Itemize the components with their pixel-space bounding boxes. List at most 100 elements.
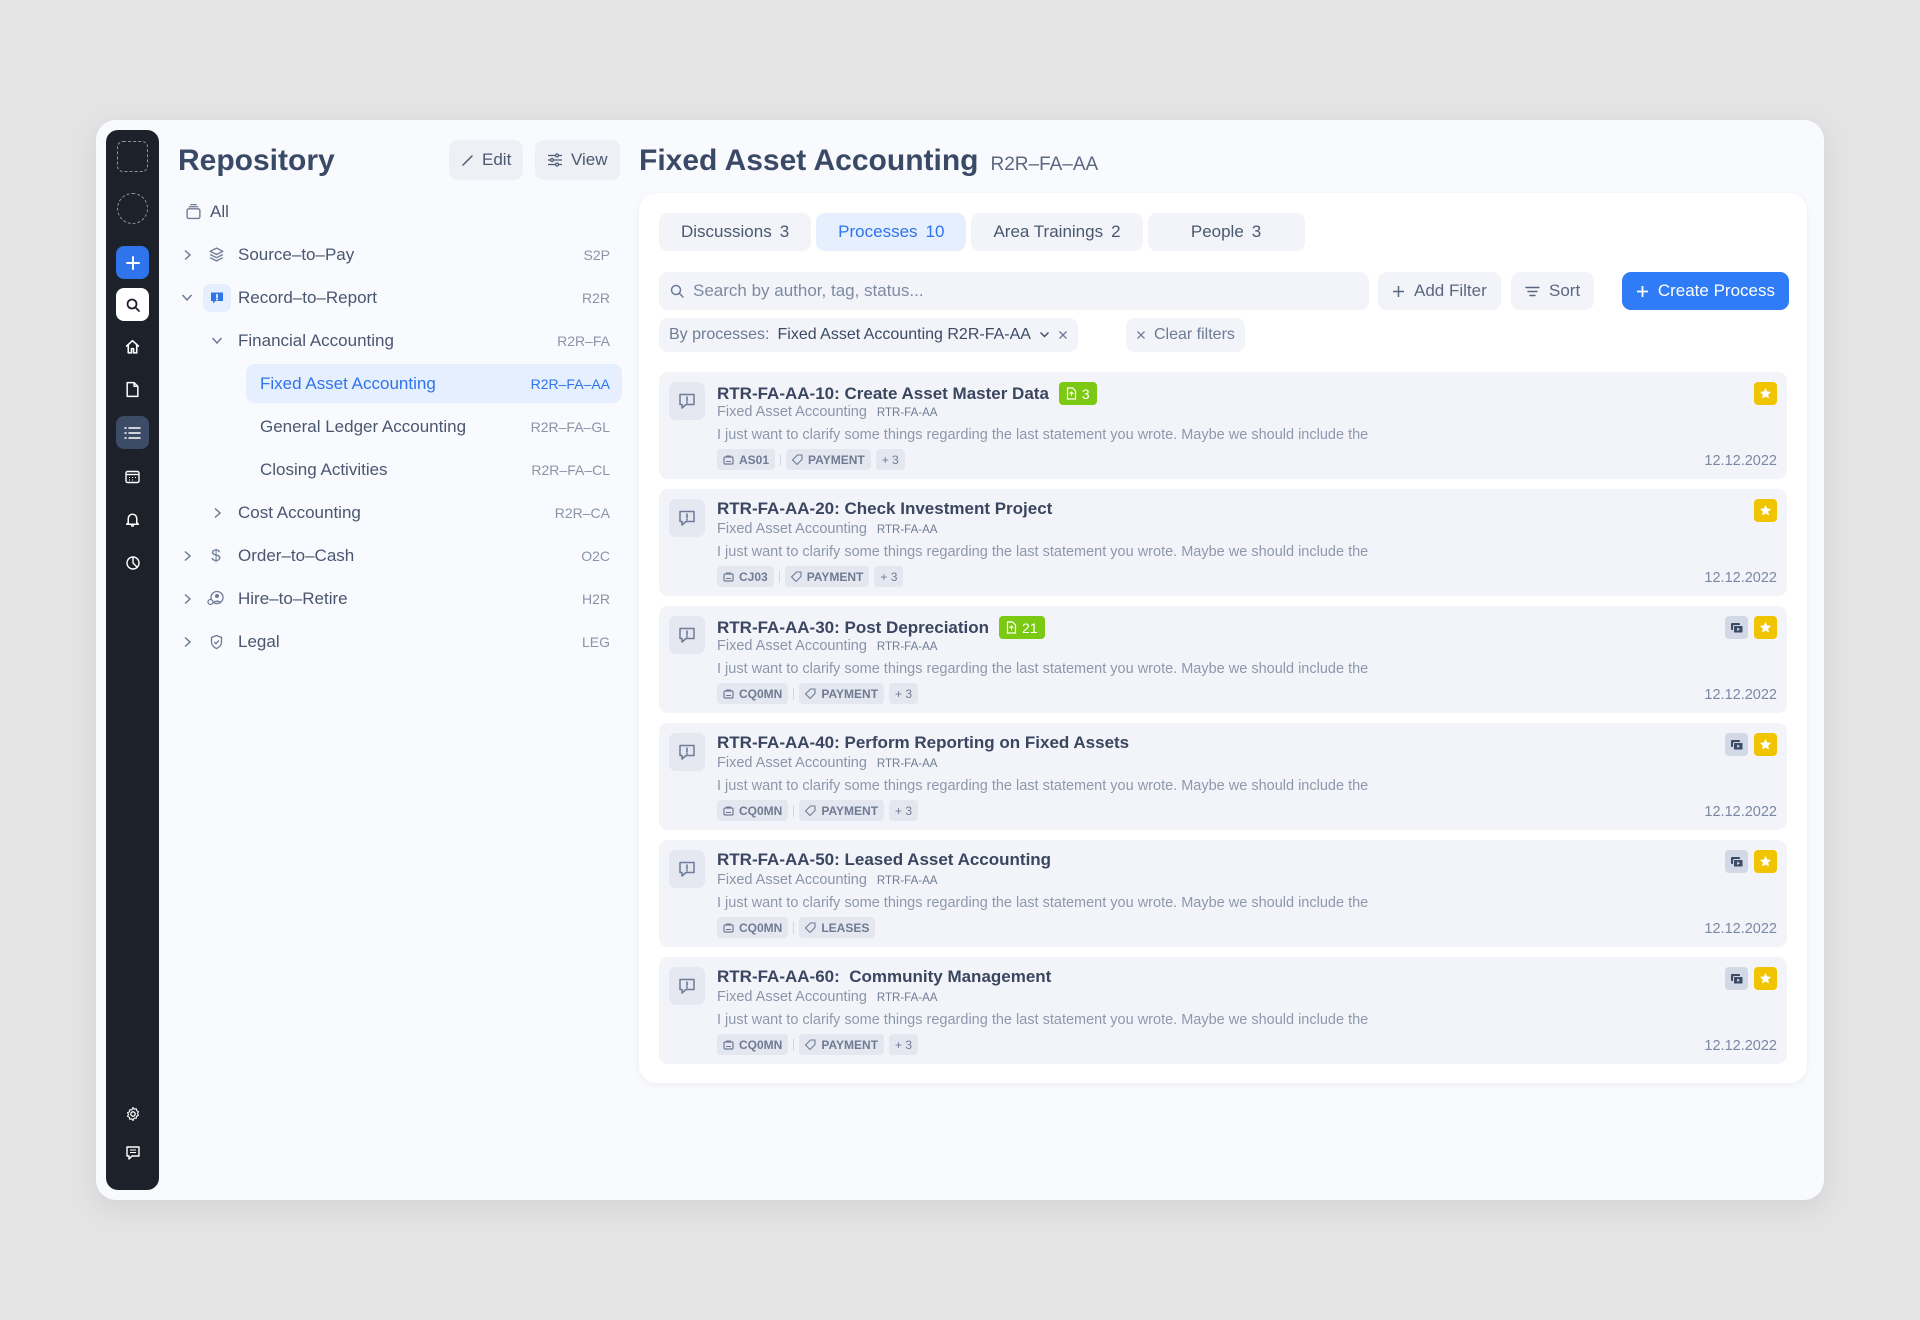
calendar-icon [125,470,140,483]
alert-message-icon [669,616,705,654]
category-tag[interactable]: PAYMENT [799,800,885,821]
more-tags-badge[interactable]: + 3 [875,449,905,470]
favorite-button[interactable] [1754,850,1777,873]
video-button[interactable] [1725,616,1748,639]
tab-area-trainings[interactable]: Area Trainings 2 [971,213,1143,251]
video-button[interactable] [1725,967,1748,990]
process-title[interactable]: RTR-FA-AA-30: Post Depreciation [717,618,989,638]
tree-item-fixed-asset-accounting[interactable]: Fixed Asset Accounting R2R–FA–AA [172,362,622,405]
favorite-button[interactable] [1754,616,1777,639]
tree-item-source-to-pay[interactable]: Source–to–Pay S2P [172,233,622,276]
home-button[interactable] [116,330,149,363]
tree-item-closing-activities[interactable]: Closing Activities R2R–FA–CL [172,448,622,491]
documents-button[interactable] [116,373,149,406]
category-tag[interactable]: PAYMENT [784,566,870,587]
view-button[interactable]: View [535,140,620,180]
tag-list: CQ0MN PAYMENT + 3 [717,1034,919,1055]
category-tag[interactable]: PAYMENT [786,449,871,470]
document-count-badge[interactable]: 21 [999,616,1045,639]
edit-button[interactable]: Edit [449,140,524,180]
category-tag[interactable]: LEASES [799,917,876,938]
clear-filters-button[interactable]: Clear filters [1126,318,1245,352]
process-item[interactable]: RTR-FA-AA-20: Check Investment Project F… [659,489,1787,596]
process-item[interactable]: RTR-FA-AA-10: Create Asset Master Data 3… [659,372,1787,479]
create-process-button[interactable]: Create Process [1621,272,1789,310]
document-count-badge[interactable]: 3 [1058,382,1097,405]
category-tag[interactable]: PAYMENT [799,683,885,704]
search-input[interactable] [693,281,1359,301]
tree-item-label: Closing Activities [260,459,388,479]
sort-button[interactable]: Sort [1511,272,1595,310]
chevron-right-icon[interactable] [180,248,194,262]
more-tags-badge[interactable]: + 3 [889,683,919,704]
calendar-button[interactable] [116,460,149,493]
settings-button[interactable] [116,1097,149,1130]
process-title[interactable]: RTR-FA-AA-40: Perform Reporting on Fixed… [717,733,1129,753]
chevron-right-icon[interactable] [210,506,224,520]
more-tags-badge[interactable]: + 3 [874,566,904,587]
analytics-button[interactable] [116,546,149,579]
more-tags-badge[interactable]: + 3 [889,800,919,821]
video-button[interactable] [1725,733,1748,756]
favorite-button[interactable] [1754,733,1777,756]
video-button[interactable] [1725,850,1748,873]
system-tag[interactable]: AS01 [717,449,776,470]
process-area: Fixed Asset Accounting [717,638,867,654]
tree-item-label: All [210,201,229,221]
process-filter-chip[interactable]: By processes: Fixed Asset Accounting R2R… [659,318,1078,352]
process-title[interactable]: RTR-FA-AA-10: Create Asset Master Data [717,384,1049,404]
process-description: I just want to clarify some things regar… [717,427,1369,443]
favorite-button[interactable] [1754,967,1777,990]
tab-discussions[interactable]: Discussions 3 [659,213,812,251]
tree-item-legal[interactable]: Legal LEG [172,620,622,663]
transaction-icon [723,689,734,699]
process-item[interactable]: RTR-FA-AA-40: Perform Reporting on Fixed… [659,723,1787,830]
category-tag[interactable]: PAYMENT [799,1034,885,1055]
tree-item-record-to-report[interactable]: Record–to–Report R2R [172,276,622,319]
tab-count: 3 [1251,222,1262,241]
search-button[interactable] [116,288,149,321]
search-field[interactable] [659,272,1369,310]
system-tag[interactable]: CQ0MN [717,917,789,938]
process-item[interactable]: RTR-FA-AA-30: Post Depreciation 21 Fixed… [659,606,1787,713]
chevron-right-icon[interactable] [180,592,194,606]
tree-item-code: R2R–FA–AA [530,375,610,392]
system-tag[interactable]: CQ0MN [717,800,789,821]
system-tag[interactable]: CJ03 [717,566,774,587]
chevron-down-icon[interactable] [210,334,224,348]
more-tags-badge[interactable]: + 3 [889,1034,919,1055]
process-title[interactable]: RTR-FA-AA-20: Check Investment Project [717,499,1052,519]
tree-item-all[interactable]: All [172,190,622,233]
tree-item-general-ledger-accounting[interactable]: General Ledger Accounting R2R–FA–GL [172,405,622,448]
process-item[interactable]: RTR-FA-AA-50: Leased Asset Accounting Fi… [659,840,1787,947]
process-title[interactable]: RTR-FA-AA-60: Community Management [717,967,1051,987]
tab-people[interactable]: People 3 [1147,213,1305,251]
tab-label: Processes [838,222,918,241]
workspace-button[interactable] [116,140,149,173]
process-item[interactable]: RTR-FA-AA-60: Community Management Fixed… [659,957,1787,1064]
tree-item-cost-accounting[interactable]: Cost Accounting R2R–CA [172,491,622,534]
add-filter-button[interactable]: Add Filter [1378,272,1501,310]
process-title[interactable]: RTR-FA-AA-50: Leased Asset Accounting [717,850,1051,870]
favorite-button[interactable] [1754,382,1777,405]
tag-divider [793,1038,795,1051]
system-tag[interactable]: CQ0MN [717,1034,789,1055]
favorite-button[interactable] [1754,499,1777,522]
chevron-down-icon[interactable] [180,291,194,305]
tree-item-hire-to-retire[interactable]: Hire–to–Retire H2R [172,577,622,620]
system-tag[interactable]: CQ0MN [717,683,789,704]
chevron-down-icon[interactable] [1039,331,1050,339]
tab-processes[interactable]: Processes 10 [816,213,967,251]
feedback-button[interactable] [116,1136,149,1169]
chevron-right-icon[interactable] [180,549,194,563]
close-icon[interactable] [1058,330,1068,340]
chevron-right-icon[interactable] [180,635,194,649]
create-button[interactable] [116,246,149,279]
repository-button[interactable] [116,416,149,449]
process-area-code: RTR-FA-AA [876,758,938,770]
tree-item-financial-accounting[interactable]: Financial Accounting R2R–FA [172,319,622,362]
notifications-button[interactable] [116,503,149,536]
profile-button[interactable] [116,192,149,225]
sort-label: Sort [1549,281,1581,300]
tree-item-order-to-cash[interactable]: $ Order–to–Cash O2C [172,534,622,577]
